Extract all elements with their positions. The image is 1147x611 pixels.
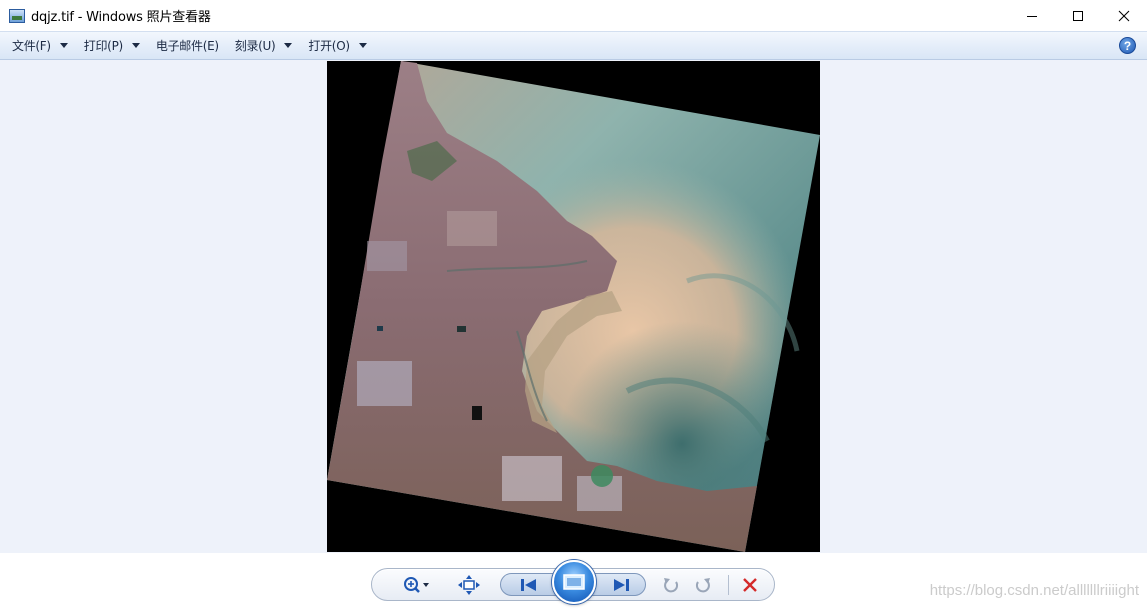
next-icon [614, 578, 629, 591]
help-button[interactable]: ? [1119, 37, 1136, 54]
maximize-button[interactable] [1055, 0, 1101, 31]
photo-frame [327, 61, 820, 552]
control-pill [371, 560, 775, 604]
next-button[interactable] [604, 569, 638, 600]
menu-email[interactable]: 电子邮件(E) [148, 35, 227, 57]
chevron-down-icon [358, 43, 367, 48]
photo-viewer-area [0, 60, 1147, 553]
watermark-text: https://blog.csdn.net/alllllllriiiight [929, 582, 1139, 599]
menu-open-label: 打开(O) [308, 39, 350, 53]
chevron-down-icon [284, 43, 293, 48]
menu-email-label: 电子邮件(E) [155, 39, 219, 53]
title-bar: dqjz.tif - Windows 照片查看器 [0, 0, 1147, 31]
menu-file[interactable]: 文件(F) [4, 35, 76, 57]
zoom-icon [404, 576, 429, 593]
chevron-down-icon [59, 43, 68, 48]
toolbar-divider [728, 575, 729, 595]
menu-burn-label: 刻录(U) [234, 39, 276, 53]
menu-burn[interactable]: 刻录(U) [227, 35, 301, 57]
window-title: dqjz.tif - Windows 照片查看器 [31, 10, 211, 25]
menu-print-label: 打印(P) [83, 39, 123, 53]
photo-viewer-icon [9, 8, 25, 23]
slideshow-button[interactable] [552, 560, 596, 604]
chevron-down-icon [131, 43, 140, 48]
help-icon: ? [1123, 38, 1132, 53]
previous-icon [521, 578, 536, 591]
close-button[interactable] [1101, 0, 1147, 31]
actual-size-icon [458, 574, 480, 595]
minimize-button[interactable] [1009, 0, 1055, 31]
menu-bar: 文件(F) 打印(P) 电子邮件(E) 刻录(U) 打开(O) ? [0, 31, 1147, 60]
delete-button[interactable] [736, 569, 764, 600]
minimize-icon [1027, 15, 1037, 17]
zoom-button[interactable] [398, 569, 434, 600]
previous-button[interactable] [512, 569, 546, 600]
maximize-icon [1073, 10, 1083, 21]
window-controls [1009, 0, 1147, 31]
delete-icon [743, 577, 757, 592]
menu-print[interactable]: 打印(P) [76, 35, 148, 57]
slideshow-icon [563, 574, 585, 590]
satellite-image [327, 61, 820, 552]
menu-file-label: 文件(F) [12, 39, 51, 53]
menu-open[interactable]: 打开(O) [300, 35, 374, 57]
close-icon [1118, 10, 1130, 21]
rotate-right-icon [695, 577, 710, 592]
rotate-left-button[interactable] [658, 569, 684, 600]
rotate-left-icon [664, 577, 679, 592]
rotate-right-button[interactable] [690, 569, 716, 600]
bottom-toolbar: https://blog.csdn.net/alllllllriiiight [0, 553, 1147, 611]
actual-size-button[interactable] [456, 569, 482, 600]
